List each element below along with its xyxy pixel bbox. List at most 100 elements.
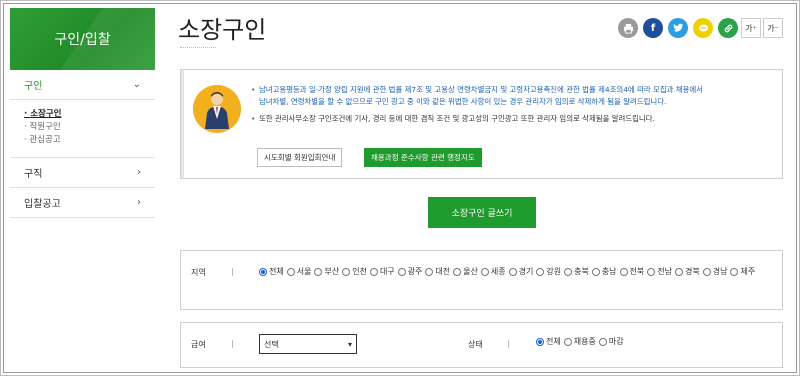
status-label: 상태 <box>468 340 483 349</box>
font-decrease-button[interactable]: 가⁻ <box>763 18 783 38</box>
notice-accent-bar <box>181 70 184 178</box>
region-option-label: 서울 <box>296 267 312 276</box>
region-option-label: 대전 <box>435 267 451 276</box>
status-option[interactable]: 마감 <box>598 336 624 347</box>
radio-icon[interactable] <box>425 268 434 276</box>
radio-icon[interactable] <box>730 268 739 276</box>
region-option-label: 인천 <box>352 267 367 276</box>
notice-box: 남녀고용평등과 일·가정 양립 지원에 관한 법률 제7조 및 고용상 연령차별… <box>180 69 783 179</box>
separator: | <box>231 339 234 348</box>
region-option-label: 대구 <box>379 267 395 276</box>
region-option-label: 부산 <box>324 267 340 276</box>
twitter-icon[interactable] <box>668 18 688 38</box>
region-option-label: 광주 <box>407 267 423 276</box>
status-option-label: 마감 <box>608 337 624 346</box>
region-option-label: 경기 <box>518 267 534 276</box>
manager-badge-icon <box>193 85 241 133</box>
notice-line1-a: 남녀고용평등과 일·가정 양립 지원에 관한 법률 제7조 및 고용상 연령차별… <box>259 85 703 94</box>
region-option[interactable]: 경북 <box>675 263 700 281</box>
radio-icon[interactable] <box>286 268 295 276</box>
radio-icon[interactable] <box>675 268 684 276</box>
radio-icon[interactable] <box>453 268 462 276</box>
radio-icon[interactable] <box>369 268 378 276</box>
sidebar-item-jobseek[interactable]: 구직 › <box>10 158 155 188</box>
radio-icon[interactable] <box>508 268 517 276</box>
radio-icon[interactable] <box>702 268 711 276</box>
write-post-button[interactable]: 소장구인 글쓰기 <box>428 197 536 228</box>
region-option-label: 충북 <box>574 267 589 276</box>
chevron-right-icon: › <box>137 197 141 208</box>
salary-select-value: 선택 <box>264 339 279 349</box>
font-increase-button[interactable]: 가⁺ <box>741 18 761 38</box>
region-option[interactable]: 대전 <box>425 263 450 281</box>
region-option[interactable]: 경남 <box>702 263 728 281</box>
sub-item-manager-recruit[interactable]: · 소장구인 <box>24 108 155 121</box>
sub-item-staff-recruit[interactable]: · 직원구인 <box>24 121 155 134</box>
radio-icon[interactable] <box>342 268 351 276</box>
status-option-label: 전체 <box>546 337 561 346</box>
region-option-label: 경북 <box>685 267 700 276</box>
notice-line1-b: 남녀차별, 연령차별을 할 수 없으므로 구인 광고 중 이와 같은 위법한 사… <box>259 97 667 106</box>
region-option-label: 울산 <box>463 267 478 276</box>
region-option[interactable]: 전남 <box>647 263 672 281</box>
facebook-icon[interactable]: f <box>643 18 663 38</box>
region-option[interactable]: 부산 <box>314 263 339 281</box>
radio-icon[interactable] <box>259 268 267 276</box>
chevron-right-icon: › <box>137 167 141 178</box>
region-option-label: 강원 <box>546 267 562 276</box>
salary-status-filter: 급여 | 선택 ▾ 상태 | 전체 채용중 마감 <box>180 322 783 368</box>
sidebar-sub-list: · 소장구인 · 직원구인 · 관심공고 <box>10 100 155 158</box>
sidebar-item-label: 입찰공고 <box>24 199 61 210</box>
sidebar-header: 구인/입찰 <box>10 8 155 70</box>
region-option[interactable]: 서울 <box>286 263 312 281</box>
region-option[interactable]: 제주 <box>730 263 755 281</box>
region-option[interactable]: 강원 <box>536 263 561 281</box>
hiring-guidance-button[interactable]: 채용과정 준수사항 관련 행정지도 <box>364 148 482 167</box>
print-icon[interactable] <box>618 18 638 38</box>
region-option-label: 제주 <box>740 267 756 276</box>
region-option-label: 전체 <box>269 267 284 276</box>
radio-icon[interactable] <box>563 337 572 346</box>
region-option[interactable]: 전체 <box>259 263 284 281</box>
radio-icon[interactable] <box>480 268 489 276</box>
status-option[interactable]: 채용중 <box>563 336 596 347</box>
region-option-label: 전남 <box>657 267 673 276</box>
region-option[interactable]: 전북 <box>619 263 644 281</box>
member-join-guide-button[interactable]: 시도회별 회원입회안내 <box>257 148 343 167</box>
radio-icon[interactable] <box>397 268 406 276</box>
salary-select[interactable]: 선택 ▾ <box>259 334 357 354</box>
region-radio-group: 전체 서울 부산 인천 대구 광주 대전 울산 세종 경기 강원 충북 충남 전북 전남 경북 경남 제주 <box>259 263 779 283</box>
kakao-icon[interactable] <box>693 18 713 38</box>
sidebar-item-label: 구직 <box>24 169 43 180</box>
region-option[interactable]: 광주 <box>397 263 423 281</box>
region-option[interactable]: 세종 <box>480 263 506 281</box>
chevron-down-icon: ⌄ <box>132 79 141 90</box>
region-option[interactable]: 인천 <box>342 263 367 281</box>
status-option[interactable]: 전체 <box>536 336 561 347</box>
region-option[interactable]: 경기 <box>508 263 534 281</box>
radio-icon[interactable] <box>314 268 323 276</box>
region-option[interactable]: 울산 <box>453 263 478 281</box>
radio-icon[interactable] <box>591 268 600 276</box>
region-option[interactable]: 충북 <box>564 263 589 281</box>
region-option-label: 경남 <box>712 267 728 276</box>
sidebar-item-bid[interactable]: 입찰공고 › <box>10 188 155 218</box>
region-filter: 지역 | 전체 서울 부산 인천 대구 광주 대전 울산 세종 경기 강원 충북 충남 전북 전남 경북 경남 제… <box>180 250 783 310</box>
radio-icon[interactable] <box>647 268 656 276</box>
radio-icon[interactable] <box>619 268 628 276</box>
radio-icon[interactable] <box>536 268 545 276</box>
sidebar-item-recruit[interactable]: 구인 ⌄ <box>10 70 155 100</box>
sidebar-title: 구인/입찰 <box>54 32 111 48</box>
region-option-label: 세종 <box>490 267 506 276</box>
salary-label: 급여 <box>191 340 206 349</box>
region-option[interactable]: 충남 <box>591 263 617 281</box>
link-icon[interactable] <box>718 18 738 38</box>
radio-icon[interactable] <box>564 268 573 276</box>
region-option[interactable]: 대구 <box>369 263 395 281</box>
radio-icon[interactable] <box>598 337 607 346</box>
sub-item-interest[interactable]: · 관심공고 <box>24 134 155 147</box>
sidebar-item-label: 구인 <box>24 81 43 92</box>
radio-icon[interactable] <box>536 337 544 346</box>
region-label: 지역 <box>191 268 206 277</box>
title-divider <box>180 47 216 48</box>
